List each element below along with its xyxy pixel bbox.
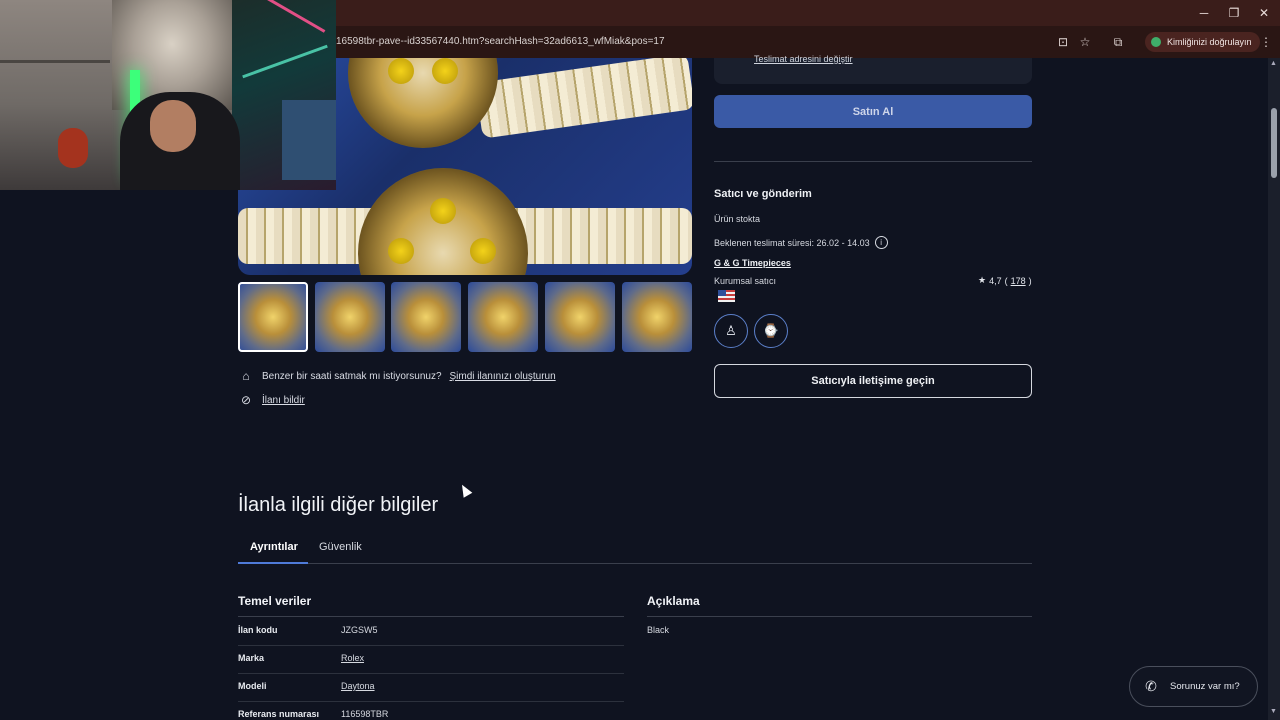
details-section-title: İlanla ilgili diğer bilgiler [238, 494, 439, 516]
thumbnail-strip [238, 282, 692, 352]
row-divider [238, 701, 624, 702]
help-label: Sorunuz var mı? [1170, 681, 1240, 692]
profile-button[interactable]: Kimliğinizi doğrulayın [1145, 32, 1260, 52]
divider [647, 616, 1032, 617]
maximize-icon[interactable]: ❐ [1218, 0, 1250, 26]
description-title: Açıklama [647, 594, 700, 608]
watch-face-shape [348, 58, 498, 148]
url-text[interactable]: 16598tbr-pave--id33567440.htm?searchHash… [336, 36, 665, 47]
thumbnail-6[interactable] [622, 282, 692, 352]
watch-face-shape [358, 168, 528, 275]
create-listing-link[interactable]: Şimdi ilanınızı oluşturun [450, 371, 556, 382]
guitar-shape [58, 128, 88, 168]
subdial-shape [432, 58, 458, 84]
basic-data-title: Temel veriler [238, 594, 312, 608]
sell-prompt-text: Benzer bir saati satmak mı istiyorsunuz? [262, 370, 442, 382]
delivery-text: Beklenen teslimat süresi: 26.02 - 14.03 [714, 237, 870, 248]
thumbnail-1[interactable] [238, 282, 308, 352]
brand-link[interactable]: Rolex [341, 653, 364, 663]
row-divider [238, 673, 624, 674]
seller-rating: ★ 4,7 ( 178 ) [978, 275, 1032, 286]
thumbnail-4[interactable] [468, 282, 538, 352]
row-label-brand: Marka [238, 653, 265, 663]
star-icon: ★ [978, 275, 987, 285]
star-icon[interactable]: ☆ [1077, 34, 1093, 50]
subdial-shape [430, 198, 456, 224]
scrollbar-thumb[interactable] [1271, 108, 1277, 178]
profile-label: Kimliğinizi doğrulayın [1167, 37, 1252, 47]
seller-type: Kurumsal satıcı [714, 276, 777, 286]
thumbnail-5[interactable] [545, 282, 615, 352]
report-listing-link[interactable]: İlanı bildir [262, 395, 305, 406]
award-badge-icon[interactable]: ♙ [714, 314, 748, 348]
subdial-shape [470, 238, 496, 264]
seller-name-link[interactable]: G & G Timepieces [714, 258, 791, 268]
paren-close: ) [1028, 275, 1032, 286]
sell-similar-row: ⌂ Benzer bir saati satmak mı istiyorsunu… [238, 368, 556, 384]
webcam-overlay [0, 0, 336, 190]
change-address-link[interactable]: Teslimat adresini değiştir [754, 54, 853, 64]
row-label-model: Modeli [238, 681, 267, 691]
flag-canton [718, 290, 726, 296]
bracelet-shape [475, 58, 692, 139]
divider [238, 616, 624, 617]
description-text: Black [647, 625, 670, 635]
row-value-listing-code: JZGSW5 [341, 625, 378, 635]
row-value-reference: 116598TBR [341, 709, 389, 719]
scroll-up-icon[interactable]: ▲ [1270, 60, 1277, 67]
review-count-link[interactable]: 178 [1011, 276, 1026, 286]
phone-icon: ✆ [1145, 678, 1157, 694]
paren-open: ( [1004, 275, 1008, 286]
head-shape [150, 100, 196, 152]
buy-button[interactable]: Satın Al [714, 95, 1032, 128]
monitor-shape [282, 100, 336, 180]
tag-icon: ⌂ [242, 369, 250, 383]
active-tab-indicator [238, 562, 308, 564]
row-label-reference: Referans numarası [238, 709, 320, 719]
tab-guvenlik[interactable]: Güvenlik [319, 541, 362, 553]
row-label-listing-code: İlan kodu [238, 625, 278, 635]
shelf-shape [0, 60, 110, 63]
install-icon[interactable]: ⊡ [1055, 34, 1071, 50]
details-tabs: Ayrıntılar Güvenlik [238, 536, 1032, 564]
row-divider [238, 645, 624, 646]
extensions-icon[interactable]: ⧉ [1110, 34, 1126, 50]
scroll-down-icon[interactable]: ▼ [1270, 708, 1277, 715]
delivery-estimate: Beklenen teslimat süresi: 26.02 - 14.03 … [714, 236, 888, 249]
profile-avatar-icon [1151, 37, 1161, 47]
minimize-icon[interactable]: ─ [1188, 0, 1220, 26]
seller-section-title: Satıcı ve gönderim [714, 188, 812, 200]
subdial-shape [388, 238, 414, 264]
info-icon[interactable]: i [874, 236, 888, 249]
help-button[interactable]: ✆ Sorunuz var mı? [1129, 666, 1258, 707]
divider [714, 161, 1032, 162]
watch-check-badge-icon[interactable]: ⌚ [754, 314, 788, 348]
block-icon: ⊘ [240, 393, 252, 407]
thumbnail-3[interactable] [391, 282, 461, 352]
report-row: ⊘ İlanı bildir [238, 392, 305, 408]
menu-icon[interactable]: ⋮ [1258, 34, 1274, 50]
thumbnail-2[interactable] [315, 282, 385, 352]
contact-seller-button[interactable]: Satıcıyla iletişime geçin [714, 364, 1032, 398]
rating-value: 4,7 [989, 275, 1002, 286]
close-icon[interactable]: ✕ [1248, 0, 1280, 26]
subdial-shape [388, 58, 414, 84]
model-link[interactable]: Daytona [341, 681, 375, 691]
tab-ayrintilar[interactable]: Ayrıntılar [250, 541, 298, 553]
stock-status: Ürün stokta [714, 214, 761, 224]
